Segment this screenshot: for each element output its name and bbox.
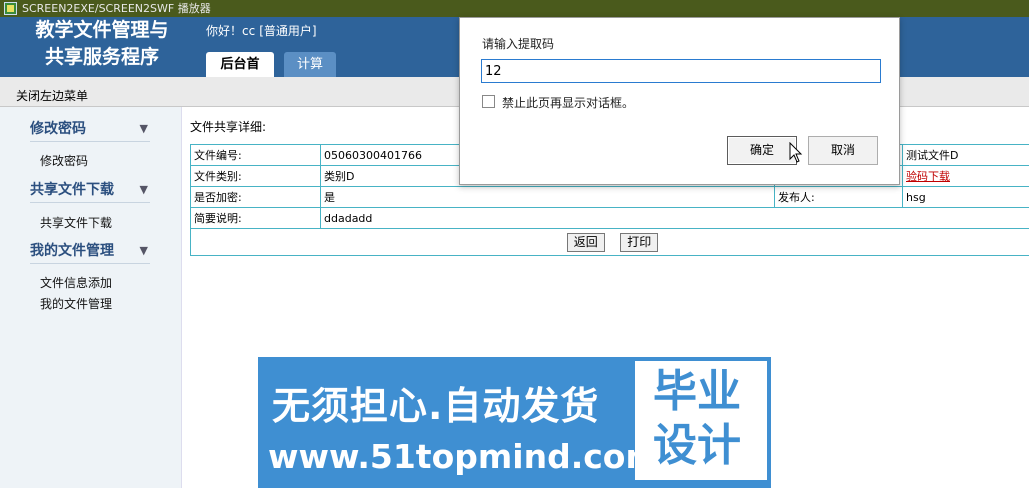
watermark-text-1: 毕业 <box>653 366 741 417</box>
sidebar-item-change-password[interactable]: 修改密码 <box>40 152 88 169</box>
chevron-down-icon: ▼ <box>139 244 148 257</box>
extract-code-dialog: 请输入提取码 禁止此页再显示对话框。 确定 取消 <box>459 17 900 185</box>
table-row: 返回 打印 <box>190 228 1029 256</box>
print-button[interactable]: 打印 <box>620 232 659 252</box>
sidebar-item-add-file-info[interactable]: 文件信息添加 <box>40 274 112 291</box>
app-icon <box>4 2 17 15</box>
dialog-prompt: 请输入提取码 <box>482 37 555 51</box>
table-row: 简要说明: ddadadd <box>190 207 1029 229</box>
cell-value: hsg <box>902 186 1029 208</box>
watermark-banner: 无须担心.自动发货 www.51topmind.com 毕业 设计 <box>258 357 771 488</box>
sidebar-section-shared-download[interactable]: 共享文件下载 ▼ <box>30 179 150 203</box>
sidebar-section-my-files[interactable]: 我的文件管理 ▼ <box>30 240 150 264</box>
cell-value: 验码下载 <box>902 165 1029 187</box>
chevron-down-icon: ▼ <box>139 183 148 196</box>
sidebar-item-my-files[interactable]: 我的文件管理 <box>40 295 112 312</box>
extract-code-input[interactable] <box>481 59 881 83</box>
cell-label: 文件编号: <box>190 144 321 166</box>
back-button[interactable]: 返回 <box>566 232 605 252</box>
cell-label: 简要说明: <box>190 207 321 229</box>
sidebar-section-label: 修改密码 <box>30 121 86 137</box>
user-greeting: 你好！cc [普通用户] <box>206 22 317 39</box>
cell-label: 是否加密: <box>190 186 321 208</box>
watermark-url: www.51topmind.com <box>268 437 660 476</box>
chevron-down-icon: ▼ <box>139 122 148 135</box>
window-titlebar: SCREEN2EXE/SCREEN2SWF 播放器 <box>0 0 1029 17</box>
cell-label: 发布人: <box>774 186 903 208</box>
logo-line-2: 共享服务程序 <box>44 46 159 68</box>
suppress-dialog-label: 禁止此页再显示对话框。 <box>502 96 635 110</box>
sidebar-section-change-password[interactable]: 修改密码 ▼ <box>30 118 150 142</box>
page-title: 文件共享详细: <box>190 120 267 134</box>
watermark-left: 无须担心.自动发货 www.51topmind.com <box>258 357 660 488</box>
suppress-dialog-checkbox[interactable] <box>482 95 495 108</box>
watermark-text-2: 设计 <box>653 420 741 471</box>
close-left-menu-link[interactable]: 关闭左边菜单 <box>16 87 88 104</box>
cell-label: 文件类别: <box>190 165 321 187</box>
ok-button[interactable]: 确定 <box>727 136 797 165</box>
tab-home[interactable]: 后台首页 <box>206 52 274 97</box>
app-logo: 教学文件管理与 共享服务程序 <box>12 17 192 71</box>
cell-value: 是 <box>320 186 775 208</box>
sidebar-section-label: 共享文件下载 <box>30 182 114 198</box>
cell-value: 测试文件D <box>902 144 1029 166</box>
user-role: [普通用户] <box>259 24 317 38</box>
table-row: 是否加密: 是 发布人: hsg <box>190 186 1029 208</box>
action-cell: 返回 打印 <box>190 228 1029 256</box>
cell-value: ddadadd <box>320 207 1029 229</box>
watermark-slogan: 无须担心.自动发货 <box>272 384 600 428</box>
window-title: SCREEN2EXE/SCREEN2SWF 播放器 <box>22 2 211 15</box>
cancel-button[interactable]: 取消 <box>808 136 878 165</box>
sidebar-item-shared-download[interactable]: 共享文件下载 <box>40 214 112 231</box>
mouse-cursor-icon <box>789 142 803 163</box>
tab-calculator[interactable]: 计算器 <box>284 52 336 97</box>
logo-line-1: 教学文件管理与 <box>35 19 169 41</box>
sidebar-section-label: 我的文件管理 <box>30 243 114 259</box>
watermark-right: 毕业 设计 <box>635 361 767 480</box>
sidebar: 修改密码 ▼ 修改密码 共享文件下载 ▼ 共享文件下载 我的文件管理 ▼ 文件信… <box>0 107 182 488</box>
greeting-text: 你好！cc <box>206 24 256 38</box>
download-link[interactable]: 验码下载 <box>906 170 950 183</box>
